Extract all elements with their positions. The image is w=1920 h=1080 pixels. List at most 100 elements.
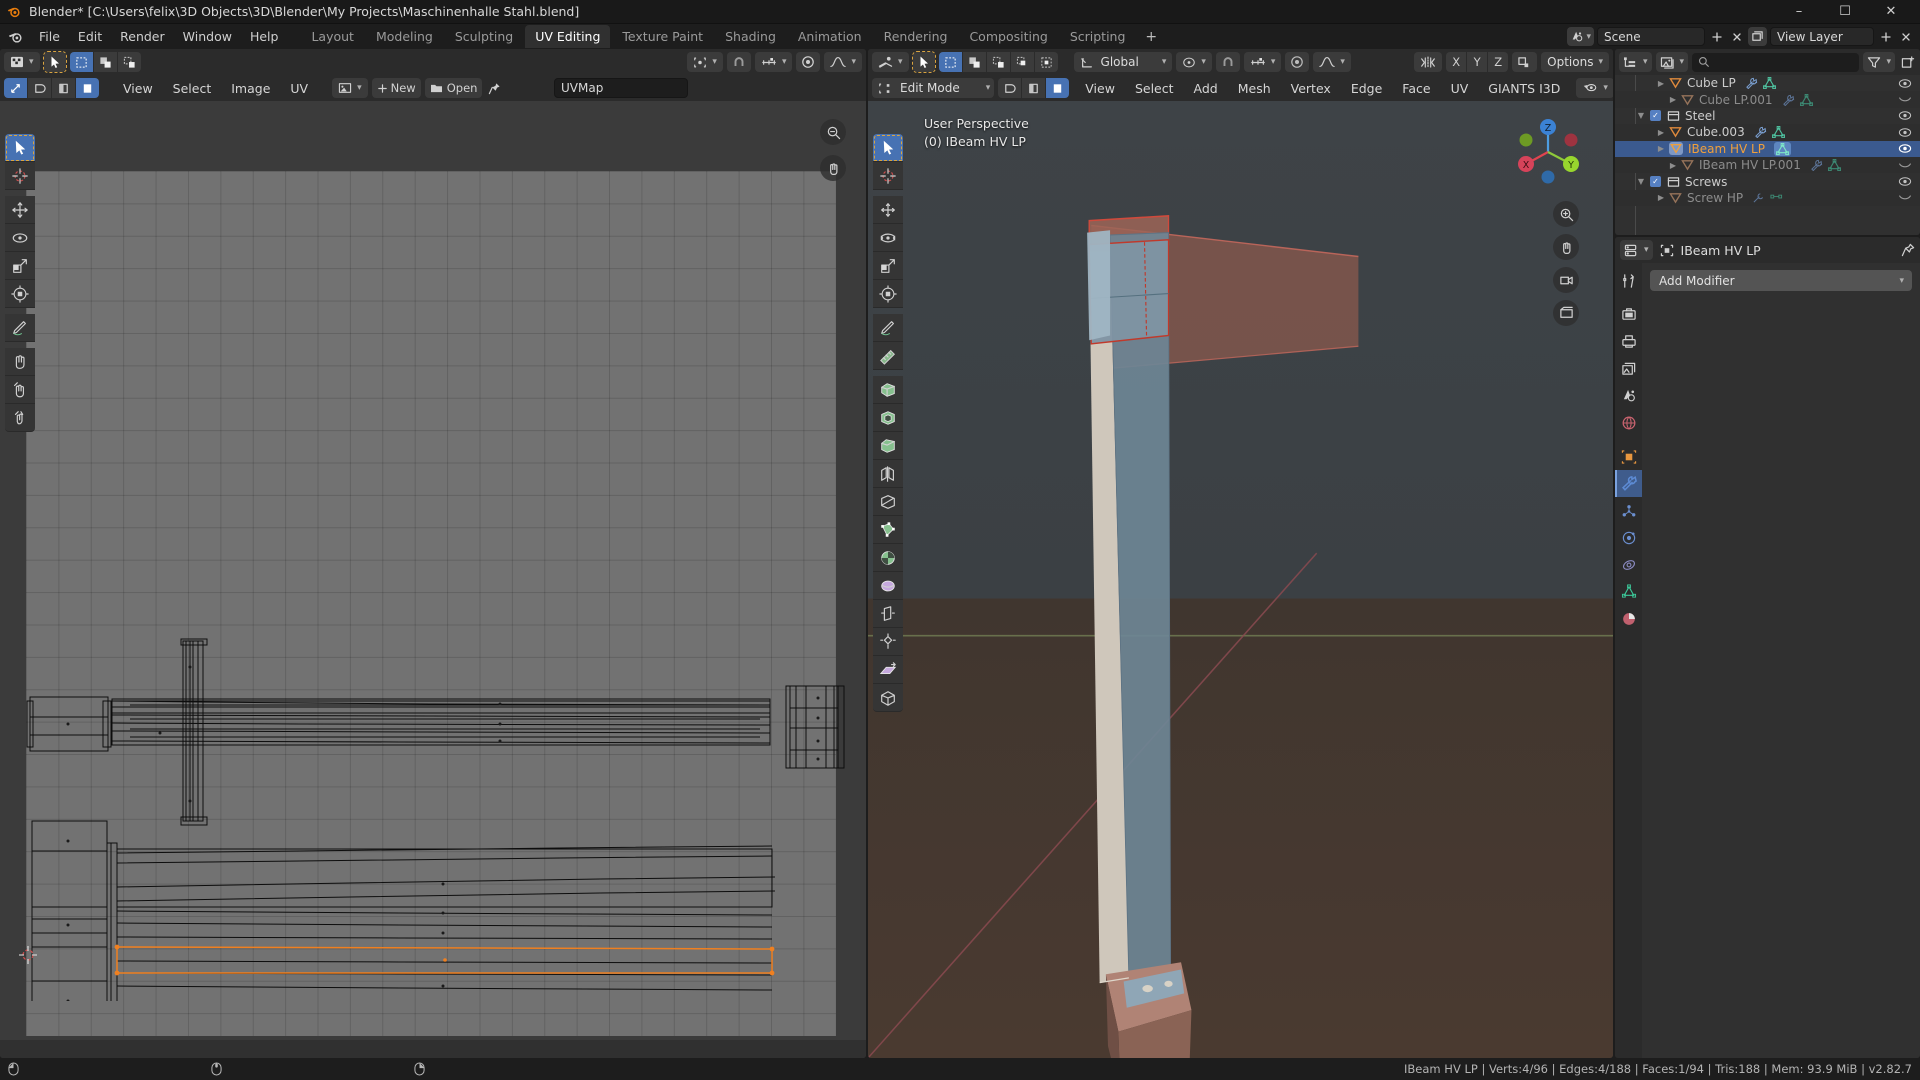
new-viewlayer-button[interactable] [1877,27,1894,46]
uv-extend-select-button[interactable] [93,52,117,72]
collection-checkbox[interactable]: ✓ [1650,176,1661,188]
uv-falloff-button[interactable]: ▾ [824,52,862,72]
outliner-filter-id-button[interactable]: ▾ [1655,52,1689,72]
uv-tool-transform[interactable] [5,280,35,308]
uv-zoom-gizmo[interactable] [820,119,846,145]
uv-pan-gizmo[interactable] [820,155,846,181]
uv-new-image-button[interactable]: New [371,78,421,98]
viewport-menu-face[interactable]: Face [1394,79,1438,98]
collapse-arrow-icon[interactable]: ▼ [1635,111,1647,120]
viewport-falloff-button[interactable]: ▾ [1313,52,1351,72]
outliner-row-steel[interactable]: ▼ ✓ Steel [1615,108,1920,124]
menu-render[interactable]: Render [111,26,174,47]
properties-tab-object[interactable] [1615,443,1642,470]
expand-arrow-icon[interactable]: ▶ [1655,144,1667,153]
mesh-data-icon[interactable] [1773,141,1791,156]
workspace-tab-texture-paint[interactable]: Texture Paint [612,25,713,48]
menu-edit[interactable]: Edit [69,26,111,47]
outliner-row-screws[interactable]: ▼ ✓ Screws [1615,173,1920,189]
mesh-data-icon[interactable] [1762,77,1776,90]
properties-tab-tool[interactable] [1615,267,1642,294]
properties-editor-type-button[interactable]: ▾ [1620,240,1653,260]
uv-open-image-button[interactable]: Open [424,78,483,98]
visibility-eye-icon[interactable] [1896,127,1914,138]
outliner-display-mode-button[interactable]: ▾ [1619,52,1652,72]
vp-tool-rip-region[interactable] [873,684,903,712]
viewport-menu-select[interactable]: Select [1127,79,1182,98]
scene-name-field[interactable]: Scene [1597,27,1705,46]
uv-sync-selection-button[interactable] [4,78,27,98]
select-new-button[interactable] [938,52,962,72]
uv-tool-tweak[interactable] [5,134,35,162]
workspace-tab-sculpting[interactable]: Sculpting [445,25,523,48]
uv-edge-mode-button[interactable] [52,78,75,98]
edge-select-mode-button[interactable] [1022,78,1046,98]
mirror-z-button[interactable]: Z [1488,52,1509,72]
properties-tab-scene[interactable] [1615,382,1642,409]
mesh-data-icon[interactable] [1770,193,1783,202]
collection-checkbox[interactable]: ✓ [1650,110,1661,122]
uv-tool-cursor[interactable] [5,162,35,190]
properties-tab-modifier[interactable] [1615,470,1642,497]
vp-tool-knife[interactable] [873,488,903,516]
properties-tab-constraints[interactable] [1615,551,1642,578]
select-subtract-button[interactable] [986,52,1010,72]
visibility-eye-closed-icon[interactable] [1896,193,1914,202]
uv-menu-uv[interactable]: UV [282,79,316,98]
blender-menu-icon[interactable] [4,28,26,46]
vp-tool-annotate[interactable] [873,314,903,342]
viewport-menu-view[interactable]: View [1077,79,1123,98]
expand-arrow-icon[interactable]: ▶ [1655,128,1667,137]
uv-tool-annotate[interactable] [5,314,35,342]
uv-image-browse-button[interactable]: ▾ [332,78,368,98]
viewport-active-tool-button[interactable] [911,51,936,73]
wrench-icon[interactable] [1745,77,1758,90]
uv-snap-toggle-button[interactable] [726,52,751,72]
menu-file[interactable]: File [30,26,69,47]
vp-tool-cursor[interactable] [873,162,903,190]
outliner-filter-button[interactable]: ▾ [1863,52,1895,72]
viewport-menu-mesh[interactable]: Mesh [1230,79,1279,98]
uv-subtract-select-button[interactable] [117,52,141,72]
properties-tab-physics[interactable] [1615,524,1642,551]
expand-arrow-icon[interactable]: ▶ [1667,161,1679,170]
close-button[interactable]: ✕ [1868,0,1914,24]
outliner-row-cube-lp[interactable]: ▶ Cube LP [1615,75,1920,91]
viewport-editor-type-button[interactable]: ▾ [872,52,909,72]
workspace-tab-layout[interactable]: Layout [301,25,364,48]
vp-tool-smooth[interactable] [873,572,903,600]
wrench-icon[interactable] [1810,159,1823,172]
uv-menu-view[interactable]: View [115,79,161,98]
mesh-data-icon[interactable] [1799,93,1813,106]
viewport-menu-vertex[interactable]: Vertex [1283,79,1339,98]
uv-proportional-edit-button[interactable] [796,52,821,72]
add-workspace-button[interactable]: + [1137,27,1165,47]
outliner-row-cube-lp-001[interactable]: ▶ Cube LP.001 [1615,91,1920,108]
mirror-x-button[interactable]: X [1446,52,1467,72]
transform-orientation-button[interactable]: Global ▾ [1073,52,1173,72]
workspace-tab-rendering[interactable]: Rendering [874,25,958,48]
viewport-options-button[interactable]: Options ▾ [1541,52,1609,72]
add-modifier-button[interactable]: Add Modifier ▾ [1650,270,1912,291]
uv-tool-pinch[interactable] [5,404,35,432]
uv-canvas[interactable] [0,101,866,1058]
uv-tool-scale[interactable] [5,252,35,280]
uv-menu-image[interactable]: Image [223,79,278,98]
properties-pin-icon[interactable] [1901,243,1915,257]
vp-tool-transform[interactable] [873,280,903,308]
collapse-arrow-icon[interactable]: ▼ [1635,177,1647,186]
outliner-row-ibeam-hv-lp-001[interactable]: ▶ IBeam HV LP.001 [1615,156,1920,174]
interaction-mode-dropdown[interactable]: Edit Mode ▾ [872,78,995,98]
minimize-button[interactable]: – [1776,0,1822,24]
uv-pin-icon[interactable] [486,79,503,98]
vp-tool-tweak[interactable] [873,134,903,162]
viewport-proportional-edit-button[interactable] [1285,52,1310,72]
vp-tool-measure[interactable] [873,342,903,370]
outliner-tree[interactable]: ▶ Cube LP ▶ Cube LP.001 ▼ ✓ Steel ▶ Cube… [1615,75,1920,235]
properties-tab-object-data[interactable] [1615,578,1642,605]
viewport-canvas[interactable]: User Perspective (0) IBeam HV LP Z X Y [868,101,1613,1058]
vp-tool-shrink-fatten[interactable] [873,628,903,656]
visibility-eye-icon[interactable] [1896,176,1914,187]
unlink-scene-button[interactable] [1728,27,1745,46]
vp-tool-inset-faces[interactable] [873,404,903,432]
